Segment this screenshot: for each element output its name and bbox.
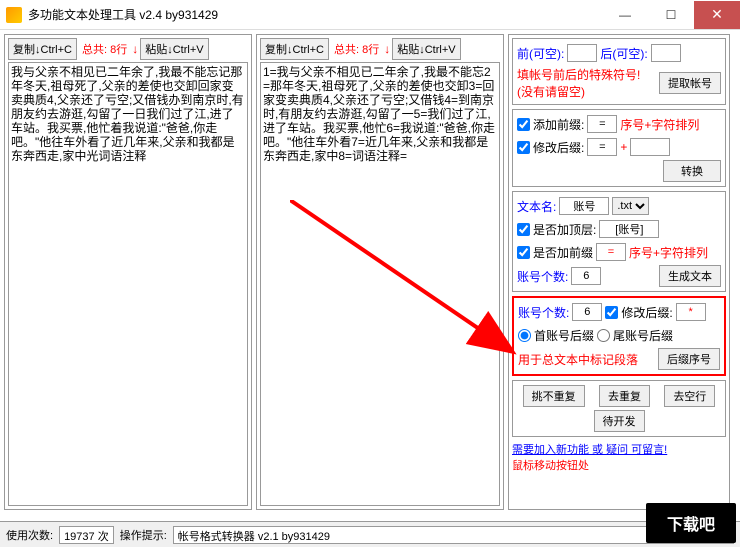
suffix-note: 用于总文本中标记段落 [518,351,638,368]
extract-section: 前(可空): 后(可空): 填帐号前后的特殊符号! (没有请留空) 提取帐号 [512,38,726,105]
close-button[interactable]: ✕ [694,1,740,29]
suffix-seq-section: 账号个数: 修改后缀: 首账号后缀 尾账号后缀 用于总文本中标记段落 后缀序号 [512,296,726,376]
dedupe-button[interactable]: 去重复 [599,385,650,407]
copy-button-left[interactable]: 复制↓Ctrl+C [8,38,77,60]
convert-button[interactable]: 转换 [663,160,721,182]
mod-suffix2-label: 修改后缀: [621,304,672,321]
add-prefix-label: 添加前缀: [533,116,584,133]
add-prefix-checkbox[interactable] [517,118,530,131]
filename-input[interactable] [559,197,609,215]
remove-blank-button[interactable]: 去空行 [664,385,715,407]
back-input[interactable] [651,44,681,62]
window-title: 多功能文本处理工具 v2.4 by931429 [28,6,602,23]
front-label: 前(可空): [517,45,564,62]
mid-panel: 复制↓Ctrl+C 总共: 8行 ↓ 粘贴↓Ctrl+V 1=我与父亲不相见已二… [256,34,504,510]
add-prefix2-label: 是否加前缀 [533,244,593,261]
left-panel: 复制↓Ctrl+C 总共: 8行 ↓ 粘贴↓Ctrl+V 我与父亲不相见已二年余… [4,34,252,510]
first-suffix-label: 首账号后缀 [534,327,594,344]
note-hover: 鼠标移动按钮处 [512,457,726,473]
main-area: 复制↓Ctrl+C 总共: 8行 ↓ 粘贴↓Ctrl+V 我与父亲不相见已二年余… [0,30,740,514]
add-top-label: 是否加顶层: [533,221,596,238]
back-label: 后(可空): [600,45,647,62]
paste-button-mid[interactable]: 粘贴↓Ctrl+V [392,38,460,60]
hint-label: 操作提示: [120,527,167,543]
count-input[interactable] [571,267,601,285]
seq-label-1: 序号+字符排列 [620,116,699,133]
first-suffix-radio[interactable] [518,329,531,342]
suffix-eq-input[interactable] [587,138,617,156]
minimize-button[interactable]: — [602,1,648,29]
last-suffix-label: 尾账号后缀 [613,327,673,344]
count2-label: 账号个数: [518,304,569,321]
suffix-seq-button[interactable]: 后缀序号 [658,348,720,370]
arrow-down-icon: ↓ [132,42,138,56]
mod-suffix-label: 修改后缀: [533,139,584,156]
app-icon [6,7,22,23]
total-lines-mid: 总共: 8行 [331,41,382,57]
star-input[interactable] [676,303,706,321]
mod-suffix-checkbox[interactable] [517,141,530,154]
plus-label: + [620,140,627,154]
paste-button-left[interactable]: 粘贴↓Ctrl+V [140,38,208,60]
tools-section: 挑不重复 去重复 去空行 待开发 [512,380,726,437]
total-lines-left: 总共: 8行 [79,41,130,57]
mid-toolbar: 复制↓Ctrl+C 总共: 8行 ↓ 粘贴↓Ctrl+V [260,38,500,60]
convert-section: 添加前缀: 序号+字符排列 修改后缀: + 转换 [512,109,726,187]
add-top-checkbox[interactable] [517,223,530,236]
download-badge: 下载吧 [646,503,736,543]
use-count-label: 使用次数: [6,527,53,543]
window-buttons: — ☐ ✕ [602,1,740,29]
statusbar: 使用次数: 19737 次 操作提示: 帐号格式转换器 v2.1 by93142… [0,521,740,547]
use-count-value: 19737 次 [59,526,114,544]
front-input[interactable] [567,44,597,62]
seq-label-2: 序号+字符排列 [629,244,708,261]
count-label: 账号个数: [517,268,568,285]
extract-note2: (没有请留空) [517,83,656,100]
right-panel: 前(可空): 后(可空): 填帐号前后的特殊符号! (没有请留空) 提取帐号 添… [508,34,730,510]
todo-button[interactable]: 待开发 [594,410,645,432]
note-feature[interactable]: 需要加入新功能 或 疑问 可留言! [512,441,726,457]
suffix-input[interactable] [630,138,670,156]
filename-label: 文本名: [517,198,556,215]
extract-note1: 填帐号前后的特殊符号! [517,66,656,83]
mod-suffix2-checkbox[interactable] [605,306,618,319]
copy-button-mid[interactable]: 复制↓Ctrl+C [260,38,329,60]
mid-textarea[interactable]: 1=我与父亲不相见已二年余了,我最不能忘2=那年冬天,祖母死了,父亲的差使也交卸… [260,62,500,506]
prefix-input[interactable] [587,115,617,133]
last-suffix-radio[interactable] [597,329,610,342]
top-input[interactable] [599,220,659,238]
titlebar: 多功能文本处理工具 v2.4 by931429 — ☐ ✕ [0,0,740,30]
generate-section: 文本名: .txt 是否加顶层: 是否加前缀 序号+字符排列 账号个数: 生成文… [512,191,726,292]
count2-input[interactable] [572,303,602,321]
prefix2-input[interactable] [596,243,626,261]
pick-unique-button[interactable]: 挑不重复 [523,385,585,407]
left-textarea[interactable]: 我与父亲不相见已二年余了,我最不能忘记那年冬天,祖母死了,父亲的差使也交卸回家变… [8,62,248,506]
extract-button[interactable]: 提取帐号 [659,72,721,94]
ext-select[interactable]: .txt [612,197,649,215]
maximize-button[interactable]: ☐ [648,1,694,29]
left-toolbar: 复制↓Ctrl+C 总共: 8行 ↓ 粘贴↓Ctrl+V [8,38,248,60]
add-prefix2-checkbox[interactable] [517,246,530,259]
generate-button[interactable]: 生成文本 [659,265,721,287]
footer-notes: 需要加入新功能 或 疑问 可留言! 鼠标移动按钮处 [512,441,726,473]
arrow-down-icon: ↓ [384,42,390,56]
